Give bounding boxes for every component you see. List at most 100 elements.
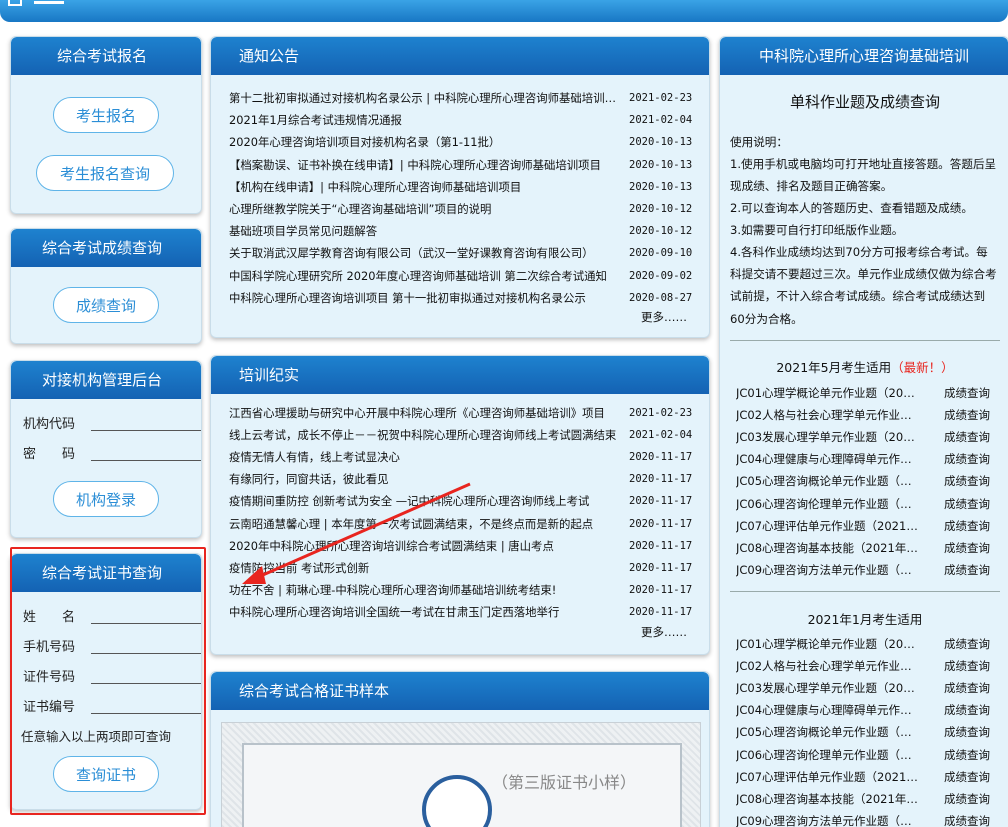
news-item-title[interactable]: 2020年心理咨询培训项目对接机构名录（第1-11批）: [229, 131, 617, 153]
homework-item[interactable]: JC06心理咨询伦理单元作业题（2021年1月） 成绩查询: [736, 744, 998, 766]
news-item-title[interactable]: 疫情无情人有情，线上考试显决心: [229, 446, 617, 468]
menu-icon[interactable]: [34, 0, 64, 4]
score-query-link[interactable]: 成绩查询: [944, 537, 990, 559]
score-query-button[interactable]: 成绩查询: [53, 287, 159, 323]
homework-item[interactable]: JC05心理咨询概论单元作业题（2021年5月） 成绩查询: [736, 470, 998, 492]
homework-item-title[interactable]: JC03发展心理学单元作业题（2021年5月）: [736, 426, 918, 448]
homework-item-title[interactable]: JC07心理评估单元作业题（2021年1月）: [736, 766, 918, 788]
news-item-title[interactable]: 中科院心理所心理咨询培训项目 第十一批初审拟通过对接机构名录公示: [229, 287, 617, 309]
score-query-link[interactable]: 成绩查询: [944, 382, 990, 404]
score-query-link[interactable]: 成绩查询: [944, 404, 990, 426]
org-password-field[interactable]: 密 码: [23, 443, 201, 462]
cert-sample-image[interactable]: （第三版证书小样）: [221, 722, 701, 827]
homework-item-title[interactable]: JC05心理咨询概论单元作业题（2021年5月）: [736, 470, 918, 492]
news-item-title[interactable]: 心理所继教学院关于“心理咨询基础培训”项目的说明: [229, 198, 617, 220]
homework-item[interactable]: JC06心理咨询伦理单元作业题（2021年5月） 成绩查询: [736, 493, 998, 515]
homework-item[interactable]: JC09心理咨询方法单元作业题（2021年5月） 成绩查询: [736, 559, 998, 581]
news-item[interactable]: 疫情无情人有情，线上考试显决心 2020-11-17: [229, 446, 692, 468]
news-item-title[interactable]: 关于取消武汉犀学教育咨询有限公司（武汉一堂好课教育咨询有限公司）: [229, 242, 617, 264]
news-item[interactable]: 功在不舍 | 莉琳心理-中科院心理所心理咨询师基础培训统考结束! 2020-11-…: [229, 579, 692, 601]
org-code-field[interactable]: 机构代码: [23, 413, 201, 432]
homework-item[interactable]: JC01心理学概论单元作业题（2021年5月） 成绩查询: [736, 382, 998, 404]
news-item[interactable]: 基础班项目学员常见问题解答 2020-10-12: [229, 220, 692, 242]
notice-more-link[interactable]: 更多……: [641, 309, 687, 325]
news-item[interactable]: 【机构在线申请】| 中科院心理所心理咨询师基础培训项目 2020-10-13: [229, 176, 692, 198]
homework-item-title[interactable]: JC05心理咨询概论单元作业题（2021年1月）: [736, 721, 918, 743]
homework-item-title[interactable]: JC06心理咨询伦理单元作业题（2021年1月）: [736, 744, 918, 766]
score-query-link[interactable]: 成绩查询: [944, 655, 990, 677]
homework-item-title[interactable]: JC08心理咨询基本技能（2021年1月）: [736, 788, 918, 810]
score-query-link[interactable]: 成绩查询: [944, 721, 990, 743]
homework-item-title[interactable]: JC01心理学概论单元作业题（2021年5月）: [736, 382, 918, 404]
news-item-title[interactable]: 【档案勘误、证书补换在线申请】| 中科院心理所心理咨询师基础培训项目: [229, 154, 617, 176]
homework-item[interactable]: JC09心理咨询方法单元作业题（2021年1月） 成绩查询: [736, 810, 998, 827]
news-item-title[interactable]: 有缘同行，同窗共话，彼此看见: [229, 468, 617, 490]
score-query-link[interactable]: 成绩查询: [944, 515, 990, 537]
homework-item[interactable]: JC07心理评估单元作业题（2021年5月） 成绩查询: [736, 515, 998, 537]
user-icon[interactable]: ⌃: [970, 0, 983, 9]
homework-item-title[interactable]: JC04心理健康与心理障碍单元作业题（2021年5月）: [736, 448, 918, 470]
homework-item[interactable]: JC04心理健康与心理障碍单元作业题（2021年5月） 成绩查询: [736, 448, 998, 470]
news-item[interactable]: 有缘同行，同窗共话，彼此看见 2020-11-17: [229, 468, 692, 490]
score-query-link[interactable]: 成绩查询: [944, 448, 990, 470]
news-item[interactable]: 中国科学院心理研究所 2020年度心理咨询师基础培训 第二次综合考试通知 2020…: [229, 265, 692, 287]
score-query-link[interactable]: 成绩查询: [944, 493, 990, 515]
score-query-link[interactable]: 成绩查询: [944, 470, 990, 492]
news-item[interactable]: 疫情防控当前 考试形式创新 2020-11-17: [229, 557, 692, 579]
news-item-title[interactable]: 中国科学院心理研究所 2020年度心理咨询师基础培训 第二次综合考试通知: [229, 265, 617, 287]
homework-item-title[interactable]: JC02人格与社会心理学单元作业题（2021年1月）: [736, 655, 918, 677]
homework-item-title[interactable]: JC07心理评估单元作业题（2021年5月）: [736, 515, 918, 537]
news-item-title[interactable]: 线上云考试，成长不停止－－祝贺中科院心理所心理咨询师线上考试圆满结束: [229, 424, 617, 446]
homework-item-title[interactable]: JC03发展心理学单元作业题（2021年1月）: [736, 677, 918, 699]
news-item[interactable]: 中科院心理所心理咨询培训项目 第十一批初审拟通过对接机构名录公示 2020-08-…: [229, 287, 692, 309]
news-item[interactable]: 2020年心理咨询培训项目对接机构名录（第1-11批） 2020-10-13: [229, 131, 692, 153]
org-password-input[interactable]: [91, 460, 201, 461]
news-item-title[interactable]: 云南昭通慧馨心理 | 本年度第一次考试圆满结束，不是终点而是新的起点: [229, 513, 617, 535]
homework-item-title[interactable]: JC02人格与社会心理学单元作业题（2021年5月）: [736, 404, 918, 426]
homework-item[interactable]: JC08心理咨询基本技能（2021年5月） 成绩查询: [736, 537, 998, 559]
homework-item[interactable]: JC02人格与社会心理学单元作业题（2021年1月） 成绩查询: [736, 655, 998, 677]
news-item-title[interactable]: 疫情防控当前 考试形式创新: [229, 557, 617, 579]
news-item-title[interactable]: 基础班项目学员常见问题解答: [229, 220, 617, 242]
score-query-link[interactable]: 成绩查询: [944, 426, 990, 448]
homework-item[interactable]: JC03发展心理学单元作业题（2021年5月） 成绩查询: [736, 426, 998, 448]
score-query-link[interactable]: 成绩查询: [944, 744, 990, 766]
score-query-link[interactable]: 成绩查询: [944, 788, 990, 810]
score-query-link[interactable]: 成绩查询: [944, 766, 990, 788]
homework-item-title[interactable]: JC08心理咨询基本技能（2021年5月）: [736, 537, 918, 559]
training-more-link[interactable]: 更多……: [641, 624, 687, 640]
homework-item[interactable]: JC08心理咨询基本技能（2021年1月） 成绩查询: [736, 788, 998, 810]
news-item-title[interactable]: 【机构在线申请】| 中科院心理所心理咨询师基础培训项目: [229, 176, 617, 198]
news-item-title[interactable]: 功在不舍 | 莉琳心理-中科院心理所心理咨询师基础培训统考结束!: [229, 579, 617, 601]
news-item[interactable]: 2021年1月综合考试违规情况通报 2021-02-04: [229, 109, 692, 131]
homework-item[interactable]: JC04心理健康与心理障碍单元作业题（2021年1月） 成绩查询: [736, 699, 998, 721]
score-query-link[interactable]: 成绩查询: [944, 633, 990, 655]
news-item[interactable]: 关于取消武汉犀学教育咨询有限公司（武汉一堂好课教育咨询有限公司） 2020-09-…: [229, 242, 692, 264]
homework-item-title[interactable]: JC01心理学概论单元作业题（2021年1月）: [736, 633, 918, 655]
score-query-link[interactable]: 成绩查询: [944, 677, 990, 699]
score-query-link[interactable]: 成绩查询: [944, 810, 990, 827]
homework-item[interactable]: JC03发展心理学单元作业题（2021年1月） 成绩查询: [736, 677, 998, 699]
news-item[interactable]: 2020年中科院心理所心理咨询培训综合考试圆满结束 | 唐山考点 2020-11-…: [229, 535, 692, 557]
news-item[interactable]: 心理所继教学院关于“心理咨询基础培训”项目的说明 2020-10-12: [229, 198, 692, 220]
homework-item-title[interactable]: JC09心理咨询方法单元作业题（2021年1月）: [736, 810, 918, 827]
score-query-link[interactable]: 成绩查询: [944, 559, 990, 581]
news-item[interactable]: 云南昭通慧馨心理 | 本年度第一次考试圆满结束，不是终点而是新的起点 2020-1…: [229, 513, 692, 535]
homework-item[interactable]: JC05心理咨询概论单元作业题（2021年1月） 成绩查询: [736, 721, 998, 743]
homework-item[interactable]: JC01心理学概论单元作业题（2021年1月） 成绩查询: [736, 633, 998, 655]
news-item[interactable]: 第十二批初审拟通过对接机构名录公示 | 中科院心理所心理咨询师基础培训项目 202…: [229, 87, 692, 109]
homework-item-title[interactable]: JC04心理健康与心理障碍单元作业题（2021年1月）: [736, 699, 918, 721]
homework-item[interactable]: JC02人格与社会心理学单元作业题（2021年5月） 成绩查询: [736, 404, 998, 426]
news-item[interactable]: 江西省心理援助与研究中心开展中科院心理所《心理咨询师基础培训》项目 2021-02…: [229, 402, 692, 424]
news-item-title[interactable]: 2021年1月综合考试违规情况通报: [229, 109, 617, 131]
score-query-link[interactable]: 成绩查询: [944, 699, 990, 721]
homework-item-title[interactable]: JC06心理咨询伦理单元作业题（2021年5月）: [736, 493, 918, 515]
news-item-title[interactable]: 2020年中科院心理所心理咨询培训综合考试圆满结束 | 唐山考点: [229, 535, 617, 557]
homework-item[interactable]: JC07心理评估单元作业题（2021年1月） 成绩查询: [736, 766, 998, 788]
homework-item-title[interactable]: JC09心理咨询方法单元作业题（2021年5月）: [736, 559, 918, 581]
news-item-title[interactable]: 中科院心理所心理咨询培训全国统一考试在甘肃玉门定西落地举行: [229, 601, 617, 623]
news-item-title[interactable]: 江西省心理援助与研究中心开展中科院心理所《心理咨询师基础培训》项目: [229, 402, 617, 424]
news-item[interactable]: 疫情期间重防控 创新考试为安全 —记中科院心理所心理咨询师线上考试 2020-11…: [229, 490, 692, 512]
home-icon[interactable]: [8, 0, 22, 6]
news-item[interactable]: 中科院心理所心理咨询培训全国统一考试在甘肃玉门定西落地举行 2020-11-17: [229, 601, 692, 623]
